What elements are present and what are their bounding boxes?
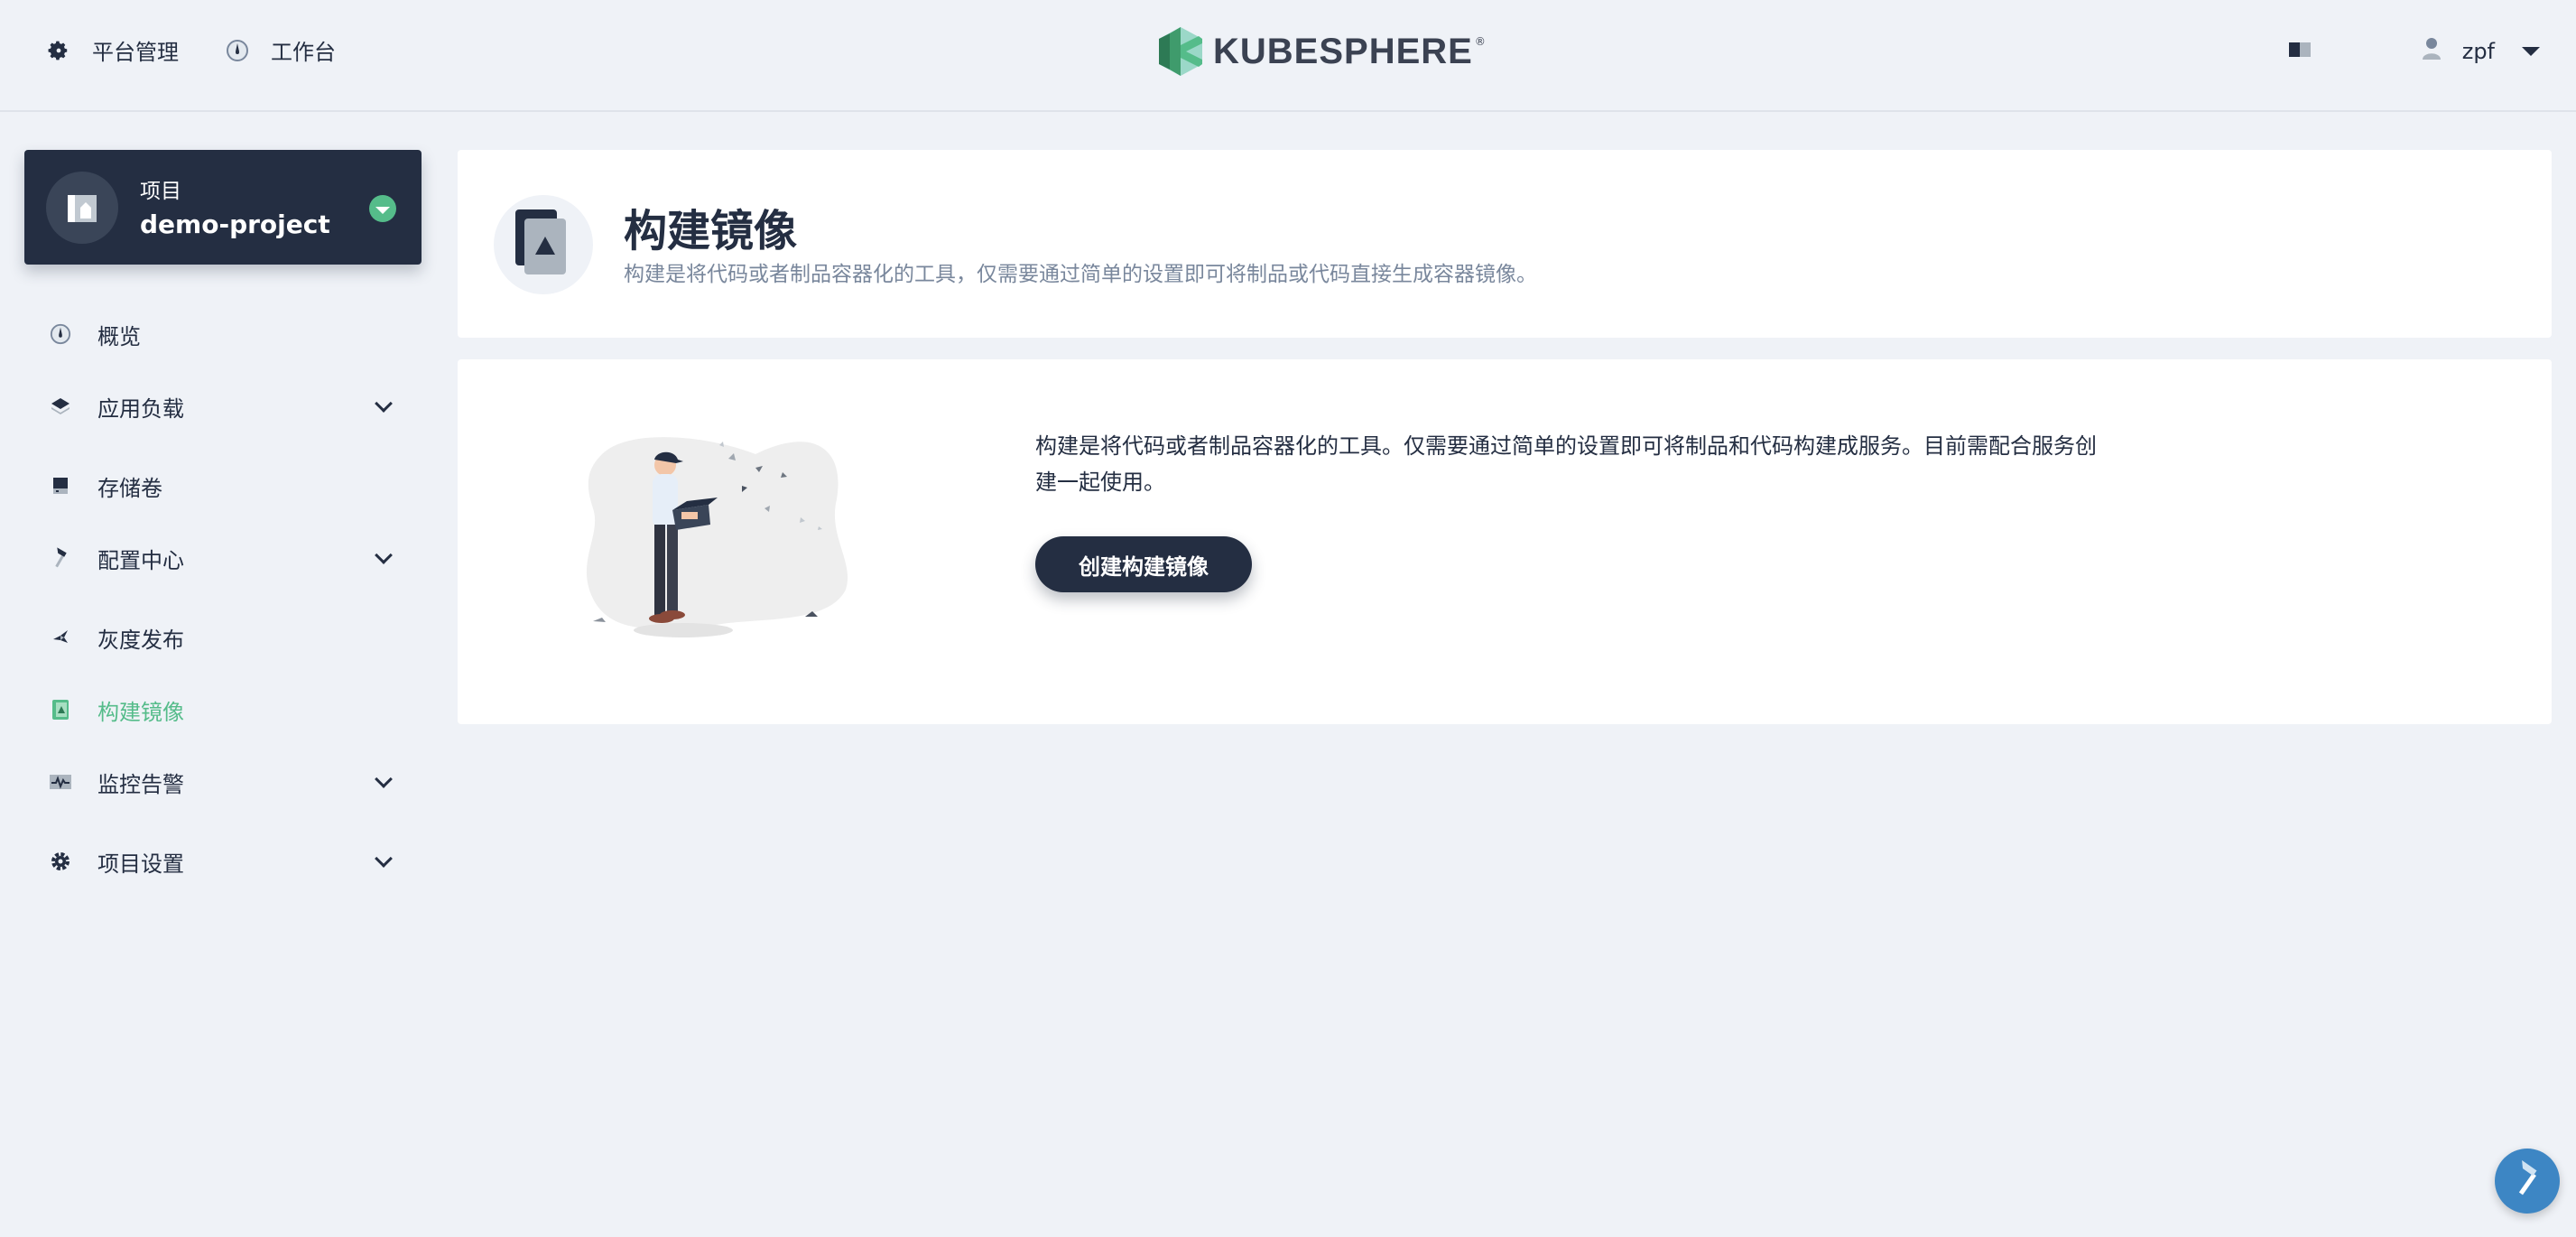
bird-icon	[47, 624, 74, 651]
documentation-icon[interactable]	[2287, 39, 2312, 64]
project-icon	[46, 172, 118, 244]
chevron-down-icon	[375, 770, 393, 788]
sidebar-item-label: 存储卷	[97, 475, 162, 501]
page-header-card: 构建镜像 构建是将代码或者制品容器化的工具，仅需要通过简单的设置即可将制品或代码…	[458, 150, 2552, 338]
project-label: 项目	[140, 180, 181, 203]
project-selector[interactable]: 项目 demo-project	[24, 150, 422, 265]
sidebar-item-app-workloads[interactable]: 应用负载	[47, 386, 408, 426]
sidebar-item-volumes[interactable]: 存储卷	[47, 466, 408, 506]
sidebar-item-image-builder[interactable]: 构建镜像	[47, 690, 408, 730]
image-build-icon	[47, 696, 74, 723]
storage-icon	[47, 472, 74, 499]
page-description: 构建是将代码或者制品容器化的工具，仅需要通过简单的设置即可将制品或代码直接生成容…	[624, 263, 1537, 286]
sidebar-item-configuration[interactable]: 配置中心	[47, 538, 408, 578]
empty-state-text: 构建是将代码或者制品容器化的工具。仅需要通过简单的设置即可将制品和代码构建成服务…	[1035, 433, 2097, 495]
sidebar-item-monitoring-alerts[interactable]: 监控告警	[47, 762, 408, 802]
gear-icon	[45, 37, 72, 64]
empty-state-card: 构建是将代码或者制品容器化的工具。仅需要通过简单的设置即可将制品和代码构建成服务…	[458, 359, 2552, 724]
sidebar-item-label: 构建镜像	[97, 699, 184, 725]
user-icon	[2421, 36, 2442, 67]
page-title: 构建镜像	[624, 206, 798, 256]
chevron-down-icon	[2522, 47, 2540, 56]
create-image-builder-button[interactable]: 创建构建镜像	[1035, 536, 1252, 592]
header-right: zpf	[2287, 36, 2540, 67]
top-header: 平台管理 工作台 KUBESPHERE ® zpf	[0, 0, 2576, 112]
kubesphere-logo[interactable]: KUBESPHERE ®	[1157, 25, 1486, 78]
chevron-down-icon	[375, 546, 393, 564]
layers-icon	[47, 393, 74, 420]
dashboard-icon	[224, 37, 251, 64]
hammer-icon	[2507, 1159, 2547, 1203]
empty-state-illustration	[575, 418, 864, 653]
sidebar-item-overview[interactable]: 概览	[47, 314, 408, 354]
monitor-icon	[47, 768, 74, 795]
dashboard-icon	[47, 321, 74, 348]
user-menu[interactable]: zpf	[2421, 36, 2540, 67]
chevron-down-icon	[375, 395, 393, 413]
image-build-icon	[494, 195, 593, 294]
sidebar-item-grayscale-release[interactable]: 灰度发布	[47, 618, 408, 657]
sidebar-item-label: 项目设置	[97, 851, 184, 877]
chevron-down-icon[interactable]	[369, 195, 396, 222]
logo-registered-mark: ®	[1474, 35, 1486, 48]
nav-label: 工作台	[271, 40, 336, 65]
project-name: demo-project	[140, 209, 330, 239]
toolbox-button[interactable]	[2495, 1149, 2560, 1214]
sidebar-item-project-settings[interactable]: 项目设置	[47, 842, 408, 881]
sidebar-item-label: 灰度发布	[97, 627, 184, 653]
nav-platform-management[interactable]: 平台管理	[45, 34, 179, 66]
logo-text: KUBESPHERE	[1213, 31, 1473, 71]
sidebar-item-label: 概览	[97, 323, 141, 349]
hammer-icon	[47, 544, 74, 572]
sidebar-item-label: 应用负载	[97, 395, 184, 422]
gear-icon	[47, 848, 74, 875]
sidebar-item-label: 监控告警	[97, 771, 184, 797]
header-nav: 平台管理 工作台	[45, 34, 336, 66]
nav-label: 平台管理	[92, 40, 179, 65]
kubesphere-logo-icon	[1159, 27, 1202, 76]
nav-workbench[interactable]: 工作台	[224, 34, 336, 66]
chevron-down-icon	[375, 850, 393, 868]
user-name: zpf	[2461, 39, 2495, 64]
sidebar-item-label: 配置中心	[97, 547, 184, 573]
